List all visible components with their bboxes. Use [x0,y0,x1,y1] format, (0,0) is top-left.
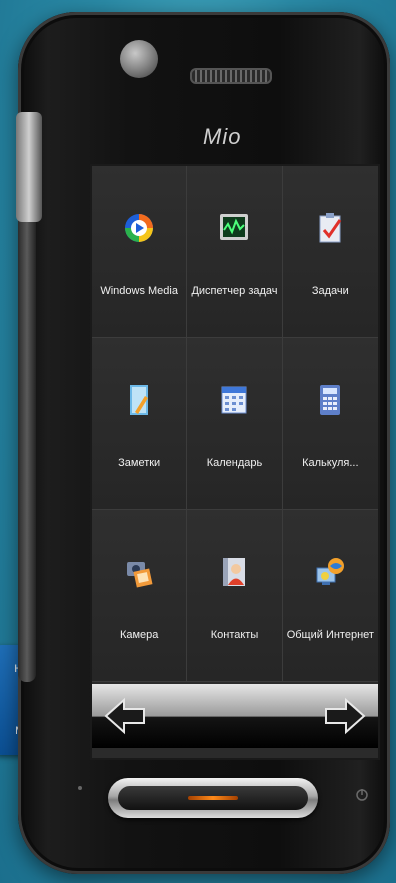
home-button-inner [118,786,308,810]
tile-label: Windows Media [100,285,178,297]
notes-icon [130,385,149,415]
contacts-icon [223,558,246,586]
touch-screen: Windows Media Диспетчер задач Задачи Зам… [90,164,380,760]
microphone-dot [78,786,82,790]
front-camera-icon [120,40,158,78]
tile-calendar[interactable]: Календарь [187,338,283,510]
home-button[interactable] [108,778,318,818]
tile-tasks[interactable]: Задачи [282,166,378,338]
tile-windows-media[interactable]: Windows Media [92,166,188,338]
arrow-left-icon[interactable] [104,696,148,736]
tile-contacts[interactable]: Контакты [187,510,283,682]
side-scroll-wheel[interactable] [16,112,42,222]
tile-camera[interactable]: Камера [92,510,188,682]
calendar-icon [221,386,247,414]
tile-label: Задачи [311,285,349,297]
brand-logo: Mio [203,124,242,149]
status-led [188,796,238,800]
tile-label: Камера [119,629,159,641]
tasks-icon [319,213,342,243]
internet-sharing-icon [316,558,345,585]
power-icon[interactable] [355,788,369,802]
app-launcher-grid: Windows Media Диспетчер задач Задачи Зам… [92,166,378,682]
tile-label: Контакты [210,629,259,641]
tile-internet-sharing[interactable]: Общий Интернет [282,510,378,682]
tile-calculator[interactable]: Калькуля... [282,338,378,510]
phone-device: Mio Windows Media Диспетчер задач Задачи… [16,12,390,874]
windows-media-icon [125,214,154,242]
tile-notes[interactable]: Заметки [92,338,188,510]
navigation-bar [92,684,378,748]
tile-label: Общий Интернет [286,629,374,641]
tile-label: Заметки [118,457,161,469]
tile-task-manager[interactable]: Диспетчер задач [187,166,283,338]
tile-label: Календарь [206,457,263,469]
camera-icon [127,562,153,588]
arrow-right-icon[interactable] [322,696,366,736]
tile-label: Калькуля... [302,457,359,469]
calculator-icon [320,385,341,415]
task-manager-icon [220,214,249,240]
earpiece-speaker [190,68,272,84]
tile-label: Диспетчер задач [191,285,278,297]
